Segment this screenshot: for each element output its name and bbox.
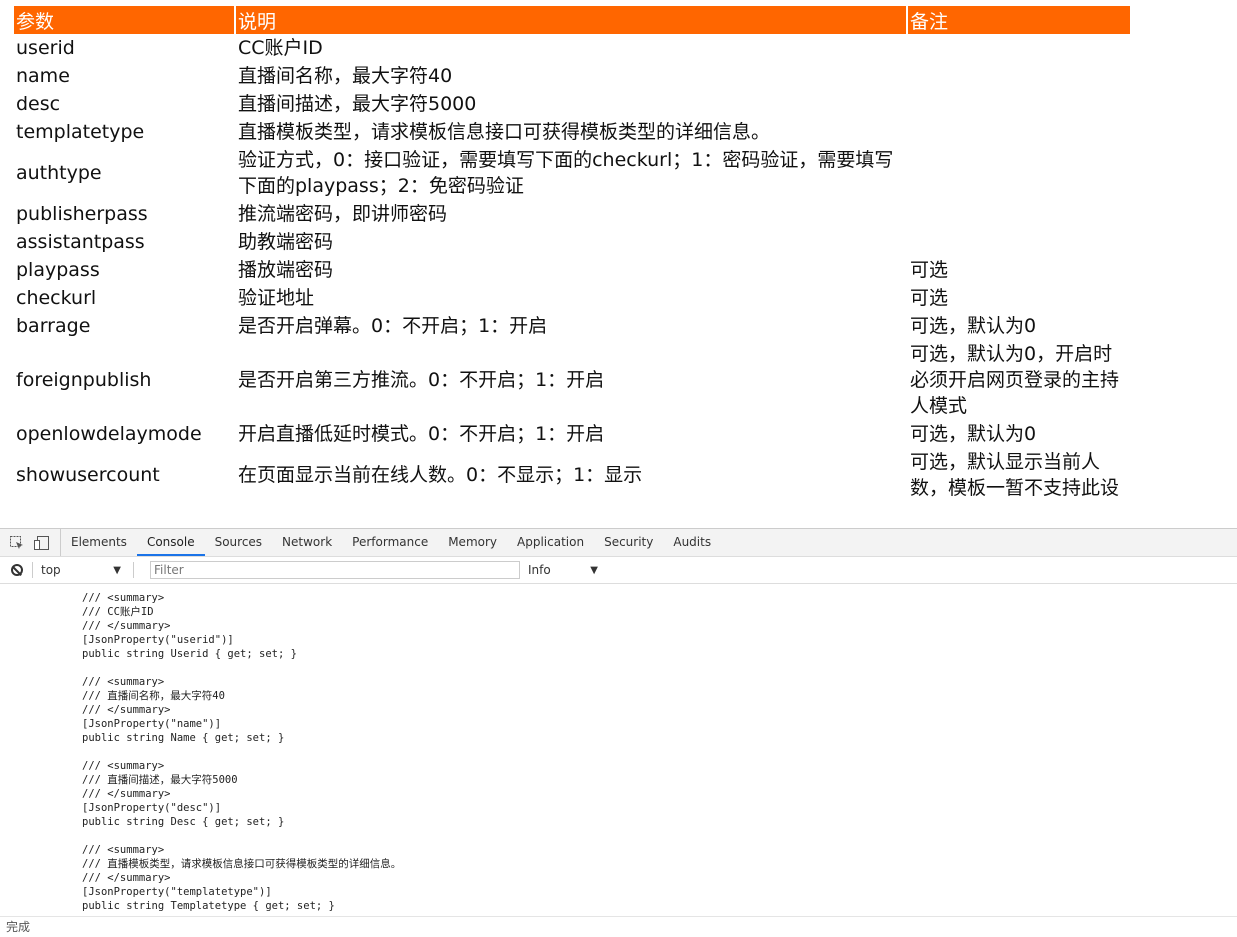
tab-sources[interactable]: Sources	[205, 529, 272, 556]
param-cell: assistantpass	[16, 231, 145, 253]
context-select[interactable]: top ▼	[39, 563, 124, 577]
device-toolbar-icon[interactable]	[34, 535, 49, 550]
inspect-element-icon[interactable]	[10, 535, 24, 550]
desc-cell: 直播间名称，最大字符40	[238, 65, 453, 87]
devtools-panel: Elements Console Sources Network Performance…	[0, 528, 1237, 917]
table-row: authtype 验证方式，0：接口验证，需要填写下面的checkurl；1：密码…	[14, 146, 1130, 200]
desc-cell: 助教端密码	[238, 231, 334, 253]
table-row: showusercount 在页面显示当前在线人数。0：不显示；1：显示 可选，默认…	[14, 448, 1130, 502]
clear-console-icon[interactable]	[11, 564, 23, 576]
param-cell: showusercount	[16, 464, 160, 486]
tab-audits[interactable]: Audits	[663, 529, 721, 556]
note-cell	[908, 228, 1130, 256]
table-row: templatetype 直播模板类型，请求模板信息接口可获得模板类型的详细信息。	[14, 118, 1130, 146]
note-cell	[908, 200, 1130, 228]
tab-elements[interactable]: Elements	[61, 529, 137, 556]
table-row: checkurl 验证地址 可选	[14, 284, 1130, 312]
desc-cell: 推流端密码，即讲师密码	[238, 203, 448, 225]
note-cell: 可选	[910, 259, 949, 281]
param-cell: foreignpublish	[16, 369, 152, 391]
note-cell	[908, 90, 1130, 118]
table-row: desc 直播间描述，最大字符5000	[14, 90, 1130, 118]
header-desc: 说明	[236, 6, 906, 34]
desc-cell: CC账户ID	[238, 37, 323, 59]
dropdown-caret-icon: ▼	[113, 564, 121, 576]
tab-memory[interactable]: Memory	[438, 529, 507, 556]
param-cell: userid	[16, 37, 75, 59]
header-note: 备注	[908, 6, 1130, 34]
note-cell: 可选，默认为0	[910, 315, 1037, 337]
param-cell: openlowdelaymode	[16, 423, 202, 445]
table-row: publisherpass 推流端密码，即讲师密码	[14, 200, 1130, 228]
filter-input[interactable]	[150, 561, 520, 579]
divider	[133, 562, 134, 578]
divider	[32, 562, 33, 578]
dropdown-caret-icon: ▼	[590, 564, 598, 576]
table-row: assistantpass 助教端密码	[14, 228, 1130, 256]
tab-network[interactable]: Network	[272, 529, 342, 556]
desc-cell: 在页面显示当前在线人数。0：不显示；1：显示	[238, 464, 643, 486]
context-value: top	[41, 563, 61, 577]
note-cell	[908, 118, 1130, 146]
note-cell	[908, 146, 1130, 200]
desc-cell: 直播间描述，最大字符5000	[238, 93, 477, 115]
param-cell: name	[16, 65, 70, 87]
param-cell: playpass	[16, 259, 100, 281]
desc-cell: 开启直播低延时模式。0：不开启；1：开启	[238, 423, 605, 445]
params-table: 参数 说明 备注 userid CC账户ID name 直播间名称，最大字符40 des…	[12, 6, 1132, 502]
status-text: 完成	[6, 920, 31, 934]
param-cell: authtype	[16, 162, 102, 184]
note-cell: 可选，默认为0，开启时必须开启网页登录的主持人模式	[910, 343, 1120, 417]
note-cell	[908, 34, 1130, 62]
desc-cell: 直播模板类型，请求模板信息接口可获得模板类型的详细信息。	[238, 121, 771, 143]
tab-console[interactable]: Console	[136, 529, 205, 556]
param-cell: checkurl	[16, 287, 97, 309]
table-row: userid CC账户ID	[14, 34, 1130, 62]
table-row: foreignpublish 是否开启第三方推流。0：不开启；1：开启 可选，默认为…	[14, 340, 1130, 420]
table-row: name 直播间名称，最大字符40	[14, 62, 1130, 90]
tab-performance[interactable]: Performance	[342, 529, 438, 556]
desc-cell: 验证方式，0：接口验证，需要填写下面的checkurl；1：密码验证，需要填写下…	[238, 149, 894, 197]
table-row: barrage 是否开启弹幕。0：不开启；1：开启 可选，默认为0	[14, 312, 1130, 340]
desc-cell: 验证地址	[238, 287, 315, 309]
table-row: openlowdelaymode 开启直播低延时模式。0：不开启；1：开启 可选，默…	[14, 420, 1130, 448]
devtools-toolbar: Elements Console Sources Network Performance…	[0, 529, 1237, 557]
desc-cell: 是否开启弹幕。0：不开启；1：开启	[238, 315, 548, 337]
status-bar: 完成	[0, 916, 1237, 937]
note-cell: 可选，默认显示当前人数，模板一暂不支持此设	[910, 451, 1120, 499]
tab-security[interactable]: Security	[594, 529, 663, 556]
desc-cell: 是否开启第三方推流。0：不开启；1：开启	[238, 369, 605, 391]
desc-cell: 播放端密码	[238, 259, 334, 281]
console-filter-bar: top ▼ Info ▼	[0, 557, 1237, 584]
param-cell: desc	[16, 93, 61, 115]
console-message: /// <summary> /// CC账户ID /// </summary> …	[82, 592, 402, 912]
param-cell: templatetype	[16, 121, 145, 143]
table-header-row: 参数 说明 备注	[14, 6, 1130, 34]
note-cell	[908, 62, 1130, 90]
log-level-value: Info	[528, 563, 551, 577]
console-output[interactable]: /// <summary> /// CC账户ID /// </summary> …	[0, 583, 1237, 917]
note-cell: 可选，默认为0	[910, 423, 1037, 445]
devtools-tabs: Elements Console Sources Network Performance…	[61, 529, 721, 556]
log-level-select[interactable]: Info ▼	[528, 563, 598, 577]
tab-application[interactable]: Application	[507, 529, 594, 556]
note-cell: 可选	[910, 287, 949, 309]
web-page: 参数 说明 备注 userid CC账户ID name 直播间名称，最大字符40 des…	[0, 0, 1237, 528]
param-cell: barrage	[16, 315, 91, 337]
header-param: 参数	[14, 6, 234, 34]
table-row: playpass 播放端密码 可选	[14, 256, 1130, 284]
param-cell: publisherpass	[16, 203, 148, 225]
